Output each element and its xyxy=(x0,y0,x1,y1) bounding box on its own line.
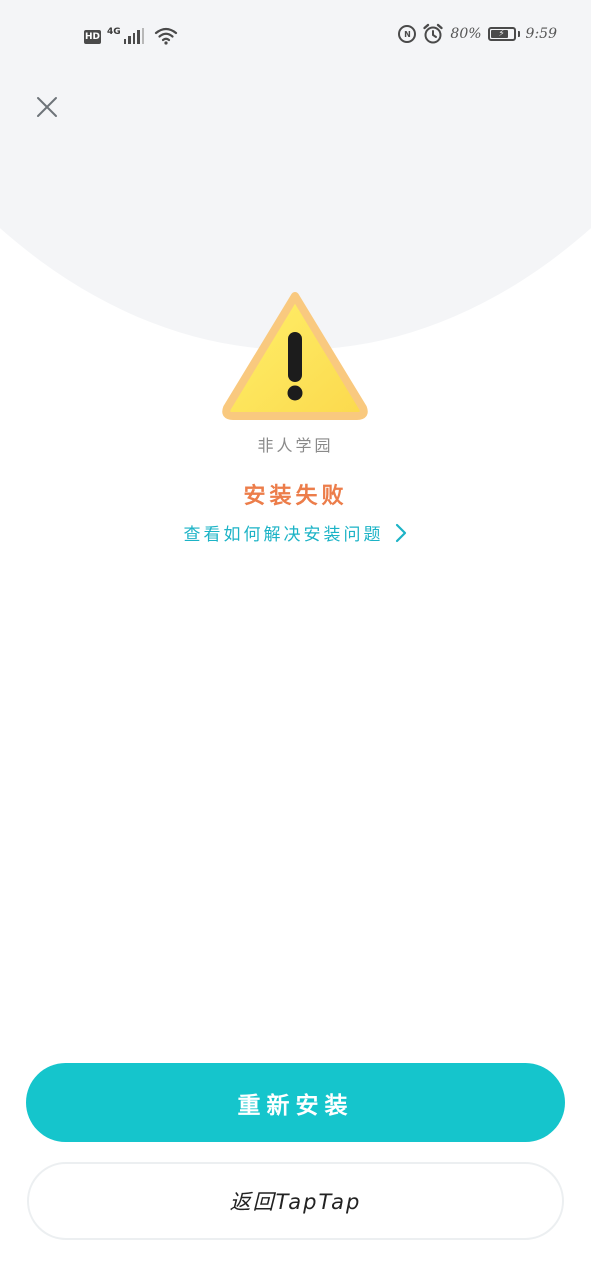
alarm-icon xyxy=(422,23,444,45)
nfc-icon: N xyxy=(398,25,417,43)
status-time: 9:59 xyxy=(525,26,557,42)
chevron-right-icon xyxy=(394,523,408,543)
reinstall-button[interactable]: 重新安装 xyxy=(26,1063,565,1142)
status-bar-left: HD 4G xyxy=(84,22,178,46)
charging-bolt-icon: ⚡ xyxy=(498,28,505,39)
app-name: 非人学园 xyxy=(257,436,334,455)
install-help-link[interactable]: 查看如何解决安装问题 xyxy=(0,520,591,545)
status-bar-right: N 80% ⚡ 9:59 xyxy=(398,22,557,46)
battery-cap xyxy=(517,31,520,37)
battery-icon: ⚡ xyxy=(487,27,516,41)
status-bar: HD 4G N 80% ⚡ 9:59 xyxy=(0,0,591,70)
hd-icon: HD xyxy=(84,30,101,44)
close-button[interactable] xyxy=(30,90,64,124)
signal-icon xyxy=(123,28,145,44)
wifi-icon xyxy=(154,26,178,46)
back-to-taptap-button[interactable]: 返回TapTap xyxy=(27,1162,564,1240)
battery-percent: 80% xyxy=(450,26,482,42)
close-icon xyxy=(36,96,58,118)
warning-triangle-icon xyxy=(220,290,370,422)
help-link-label: 查看如何解决安装问题 xyxy=(183,525,384,545)
network-type: 4G xyxy=(107,27,121,37)
install-failed-screen: HD 4G N 80% ⚡ 9:59 非人学园 安装失败 查看如何解决安装问题 … xyxy=(0,0,591,1280)
install-failed-title: 安装失败 xyxy=(243,484,348,509)
